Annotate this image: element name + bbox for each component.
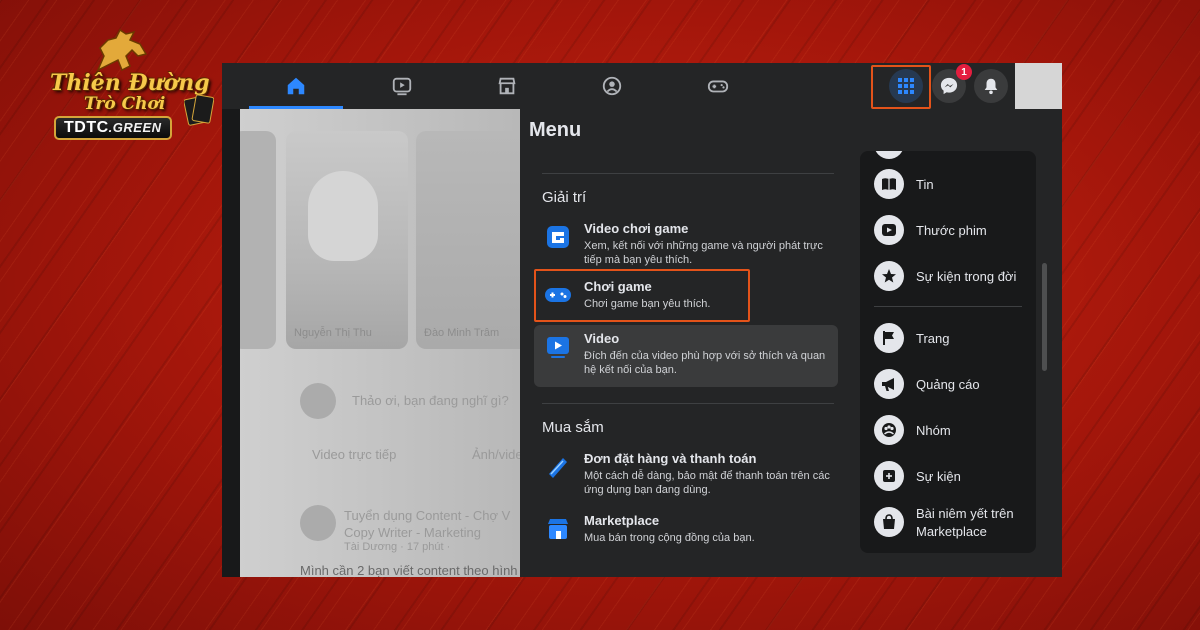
event-icon bbox=[874, 461, 904, 491]
scrollbar[interactable] bbox=[1042, 263, 1047, 371]
marketplace-shop-icon bbox=[544, 515, 572, 543]
menu-item-marketplace[interactable]: Marketplace Mua bán trong cộng đồng của … bbox=[534, 507, 838, 551]
notification-badge: 1 bbox=[956, 64, 972, 80]
home-icon bbox=[287, 77, 305, 95]
messenger-icon bbox=[940, 77, 958, 95]
tab-gaming[interactable] bbox=[671, 63, 765, 109]
tab-marketplace[interactable] bbox=[460, 63, 554, 109]
menu-item-orders-payments[interactable]: Đơn đặt hàng và thanh toán Một cách dễ d… bbox=[534, 445, 838, 497]
book-icon bbox=[874, 169, 904, 199]
messenger-button[interactable]: 1 bbox=[932, 64, 972, 103]
menu-item-desc: Đích đến của video phù hợp với sở thích … bbox=[584, 350, 826, 376]
payment-icon bbox=[544, 453, 572, 481]
groups-icon bbox=[602, 76, 622, 96]
video-icon bbox=[392, 77, 412, 96]
create-item-life-event[interactable]: Sự kiện trong đời bbox=[868, 257, 1032, 297]
create-item-partial[interactable] bbox=[868, 151, 1032, 165]
video-play-icon bbox=[544, 333, 572, 361]
brand-logo: Thiên Đường Trò Chơi TDTC.GREEN bbox=[44, 26, 219, 146]
divider bbox=[542, 173, 834, 174]
menu-panel: Menu Giải trí Video chơi game Xem, kết n… bbox=[520, 109, 1062, 577]
create-item-page[interactable]: Trang bbox=[868, 319, 1032, 359]
create-item-label: Tin bbox=[916, 177, 934, 192]
avatar bbox=[300, 505, 336, 541]
gaming-icon bbox=[707, 80, 729, 93]
logo-badge: TDTC.GREEN bbox=[54, 116, 172, 140]
story-card[interactable] bbox=[240, 131, 276, 349]
photo-video-action[interactable]: Ảnh/video bbox=[472, 447, 520, 462]
group-icon bbox=[874, 415, 904, 445]
story-name: Đào Minh Trâm bbox=[424, 327, 500, 339]
account-avatar[interactable] bbox=[1015, 63, 1062, 109]
story-avatar bbox=[308, 171, 378, 261]
story-card[interactable]: Nguyễn Thị Thu bbox=[286, 131, 408, 349]
post-meta: Tài Dương · 17 phút · bbox=[344, 541, 451, 553]
logo-subtitle: Trò Chơi bbox=[84, 94, 166, 114]
gaming-video-icon bbox=[544, 223, 572, 251]
news-feed: Nguyễn Thị Thu Đào Minh Trâm Thảo ơi, bạ… bbox=[240, 109, 520, 577]
shopping-bag-icon bbox=[874, 507, 904, 537]
menu-title: Menu bbox=[529, 119, 582, 141]
create-item-ad[interactable]: Quảng cáo bbox=[868, 365, 1032, 405]
story-card[interactable]: Đào Minh Trâm bbox=[416, 131, 520, 349]
create-item-story[interactable]: Tin bbox=[868, 165, 1032, 205]
create-icon bbox=[874, 151, 904, 159]
create-item-label: Trang bbox=[916, 331, 950, 346]
live-video-action[interactable]: Video trực tiếp bbox=[312, 447, 396, 462]
highlight-box bbox=[534, 269, 750, 322]
create-item-marketplace-listing[interactable]: Bài niêm yết trên Marketplace bbox=[868, 503, 1032, 547]
menu-item-desc: Mua bán trong cộng đồng của bạn. bbox=[584, 532, 755, 544]
create-item-label: Quảng cáo bbox=[916, 377, 980, 392]
flag-icon bbox=[874, 323, 904, 353]
menu-item-video[interactable]: Video Đích đến của video phù hợp với sở … bbox=[534, 325, 838, 387]
menu-create-column: Tin Thước phim Sự kiện trong đời Trang Q… bbox=[860, 151, 1036, 553]
megaphone-icon bbox=[874, 369, 904, 399]
avatar bbox=[300, 383, 336, 419]
bell-icon bbox=[984, 78, 998, 95]
composer-placeholder[interactable]: Thảo ơi, bạn đang nghĩ gì? bbox=[352, 393, 509, 408]
menu-item-desc: Xem, kết nối với những game và người phá… bbox=[584, 240, 823, 266]
create-item-reels[interactable]: Thước phim bbox=[868, 211, 1032, 251]
tab-video[interactable] bbox=[355, 63, 449, 109]
highlight-box bbox=[871, 65, 931, 109]
tab-groups[interactable] bbox=[565, 63, 659, 109]
menu-item-title: Video chơi game bbox=[584, 221, 689, 236]
section-title: Mua sắm bbox=[542, 419, 604, 436]
notifications-button[interactable] bbox=[974, 69, 1008, 103]
menu-item-title: Đơn đặt hàng và thanh toán bbox=[584, 451, 757, 466]
create-item-label: Sự kiện bbox=[916, 469, 961, 484]
cards-icon bbox=[184, 94, 214, 126]
create-item-label: Thước phim bbox=[916, 223, 987, 238]
menu-item-desc: Một cách dễ dàng, bảo mật để thanh toán … bbox=[584, 470, 830, 496]
tab-home[interactable] bbox=[249, 63, 343, 109]
section-title: Giải trí bbox=[542, 189, 587, 206]
menu-left-column: Giải trí Video chơi game Xem, kết nối vớ… bbox=[528, 151, 846, 577]
divider bbox=[542, 403, 834, 404]
horse-icon bbox=[96, 28, 148, 72]
facebook-window: Nguyễn Thị Thu Đào Minh Trâm Thảo ơi, bạ… bbox=[222, 63, 1062, 577]
menu-item-title: Marketplace bbox=[584, 513, 660, 528]
story-name: Nguyễn Thị Thu bbox=[294, 327, 372, 339]
create-item-label: Nhóm bbox=[916, 423, 951, 438]
create-item-label: Bài niêm yết trên Marketplace bbox=[916, 506, 1014, 539]
create-item-group[interactable]: Nhóm bbox=[868, 411, 1032, 451]
reels-icon bbox=[874, 215, 904, 245]
divider bbox=[874, 306, 1022, 307]
star-icon bbox=[874, 261, 904, 291]
top-navigation: 1 bbox=[222, 63, 1062, 109]
marketplace-icon bbox=[498, 77, 516, 95]
menu-item-gaming-video[interactable]: Video chơi game Xem, kết nối với những g… bbox=[534, 215, 838, 267]
create-item-event[interactable]: Sự kiện bbox=[868, 457, 1032, 497]
create-item-label: Sự kiện trong đời bbox=[916, 269, 1017, 284]
post-title: Tuyển dụng Content - Chợ V Copy Writer -… bbox=[344, 508, 511, 540]
menu-item-title: Video bbox=[584, 331, 620, 346]
